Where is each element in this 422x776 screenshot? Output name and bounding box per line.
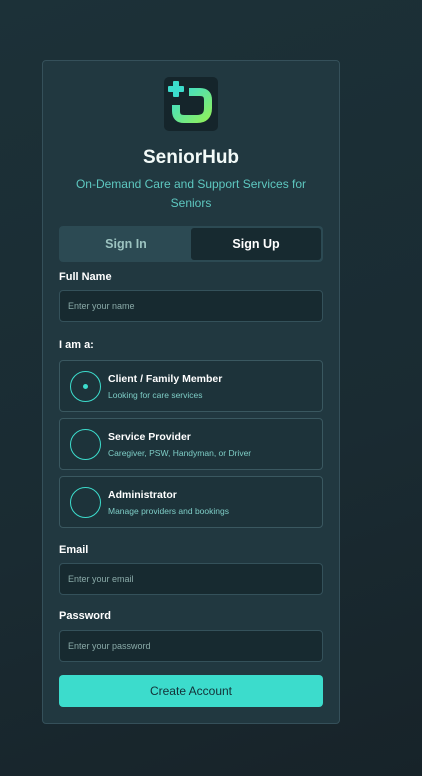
- role-option-description: Manage providers and bookings: [108, 506, 229, 516]
- role-option-provider[interactable]: Service Provider Caregiver, PSW, Handyma…: [59, 418, 323, 470]
- role-option-title: Client / Family Member: [108, 373, 223, 385]
- email-input[interactable]: [59, 563, 323, 595]
- app-logo-icon: [164, 77, 218, 131]
- app-tagline: On-Demand Care and Support Services for …: [75, 177, 307, 210]
- password-label: Password: [59, 610, 111, 622]
- radio-dot-icon: [83, 384, 88, 389]
- full-name-input[interactable]: [59, 290, 323, 322]
- role-option-client[interactable]: Client / Family Member Looking for care …: [59, 360, 323, 412]
- app-title: SeniorHub: [142, 147, 240, 168]
- signup-card: SeniorHub On-Demand Care and Support Ser…: [42, 60, 340, 724]
- role-label: I am a:: [59, 339, 94, 351]
- role-option-administrator[interactable]: Administrator Manage providers and booki…: [59, 476, 323, 528]
- radio-unselected-icon[interactable]: [70, 487, 101, 518]
- full-name-label: Full Name: [59, 271, 112, 283]
- radio-selected-icon[interactable]: [70, 371, 101, 402]
- tab-sign-in[interactable]: Sign In: [61, 228, 191, 260]
- password-input[interactable]: [59, 630, 323, 662]
- radio-unselected-icon[interactable]: [70, 429, 101, 460]
- auth-tabs: Sign In Sign Up: [59, 226, 323, 262]
- role-option-description: Caregiver, PSW, Handyman, or Driver: [108, 448, 252, 458]
- tab-sign-up[interactable]: Sign Up: [191, 228, 321, 260]
- role-option-description: Looking for care services: [108, 390, 203, 400]
- create-account-button[interactable]: Create Account: [59, 675, 323, 707]
- role-option-title: Service Provider: [108, 431, 191, 443]
- email-label: Email: [59, 544, 89, 556]
- role-option-title: Administrator: [108, 489, 177, 501]
